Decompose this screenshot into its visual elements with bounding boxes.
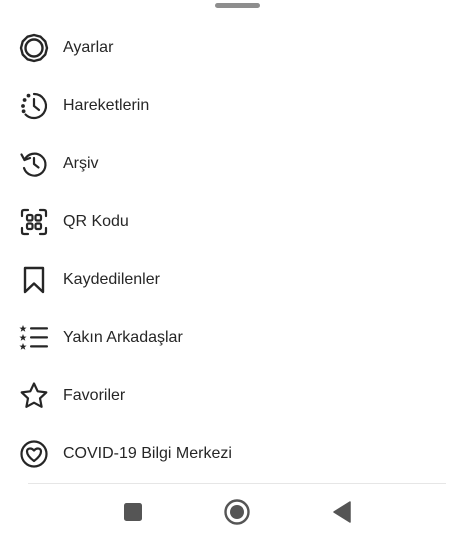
system-navigation-bar: [0, 484, 474, 539]
menu-item-activity[interactable]: Hareketlerin: [0, 77, 474, 135]
qr-code-icon: [18, 206, 50, 238]
menu-item-settings[interactable]: Ayarlar: [0, 19, 474, 77]
settings-gear-icon: [18, 32, 50, 64]
menu-item-favorites[interactable]: Favoriler: [0, 367, 474, 425]
menu-item-saved[interactable]: Kaydedilenler: [0, 251, 474, 309]
menu-item-label: QR Kodu: [63, 213, 129, 230]
menu-item-label: Hareketlerin: [63, 97, 150, 114]
options-menu: Ayarlar Hareketlerin Arşiv QR Kodu Kayde…: [0, 19, 474, 483]
recents-square-icon[interactable]: [118, 497, 148, 527]
close-friends-list-icon: [18, 322, 50, 354]
menu-item-qr-code[interactable]: QR Kodu: [0, 193, 474, 251]
sheet-drag-handle[interactable]: [215, 3, 260, 8]
menu-item-label: Yakın Arkadaşlar: [63, 329, 183, 346]
bookmark-icon: [18, 264, 50, 296]
menu-item-label: Arşiv: [63, 155, 99, 172]
menu-item-label: Ayarlar: [63, 39, 114, 56]
covid-heart-icon: [18, 438, 50, 470]
menu-item-archive[interactable]: Arşiv: [0, 135, 474, 193]
menu-item-label: Kaydedilenler: [63, 271, 160, 288]
activity-clock-icon: [18, 90, 50, 122]
menu-item-close-friends[interactable]: Yakın Arkadaşlar: [0, 309, 474, 367]
menu-item-covid-info[interactable]: COVID-19 Bilgi Merkezi: [0, 425, 474, 483]
home-circle-icon[interactable]: [222, 497, 252, 527]
back-triangle-icon[interactable]: [327, 497, 357, 527]
archive-history-icon: [18, 148, 50, 180]
menu-item-label: COVID-19 Bilgi Merkezi: [63, 445, 232, 462]
menu-item-label: Favoriler: [63, 387, 126, 404]
star-icon: [18, 380, 50, 412]
